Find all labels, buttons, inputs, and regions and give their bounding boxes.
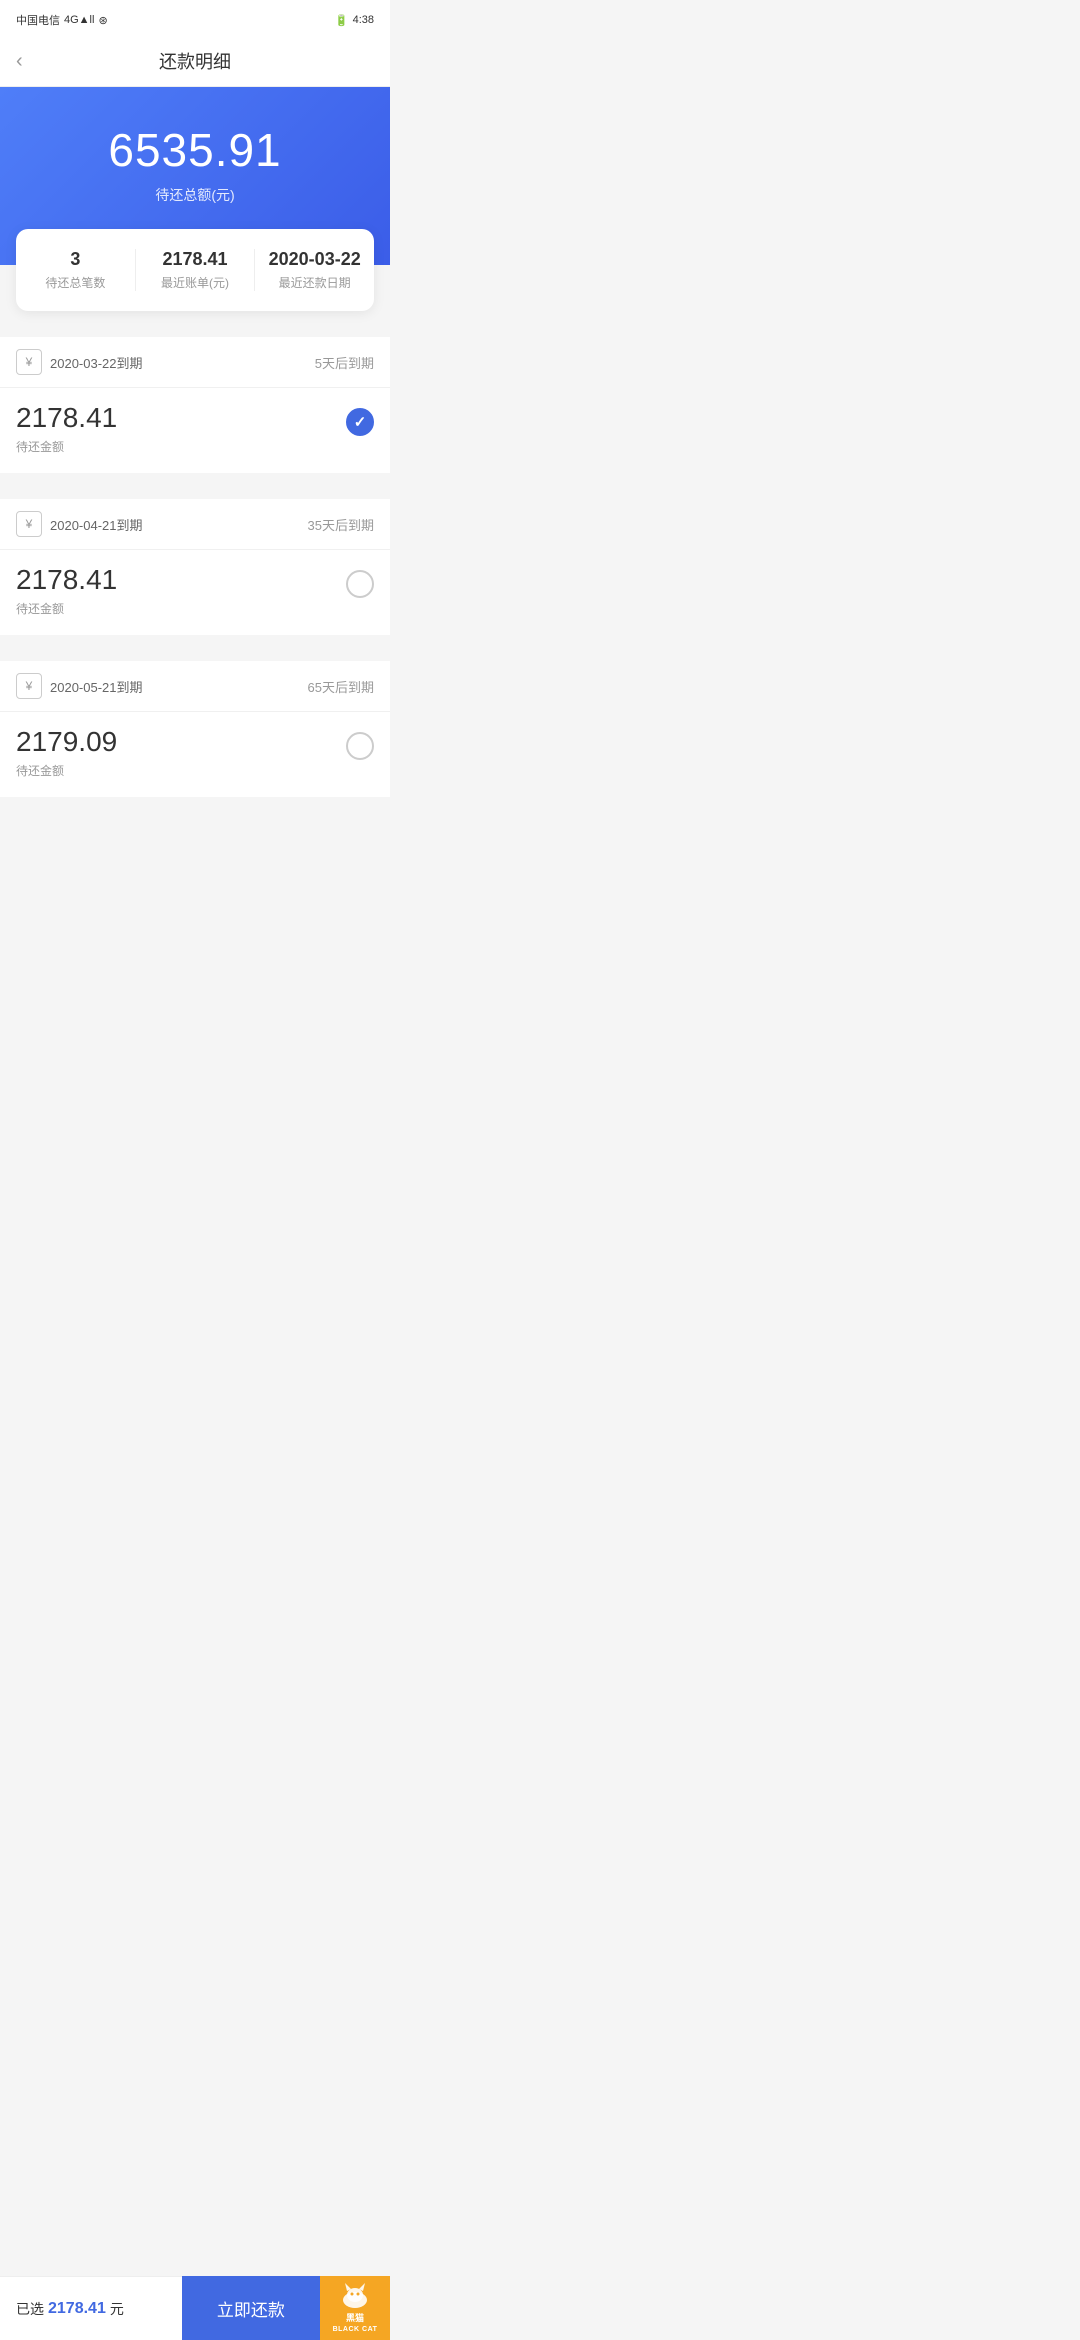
time-text: 4:38 — [353, 14, 374, 26]
back-button[interactable]: ‹ — [16, 50, 23, 73]
status-bar: 中国电信 4G▲ll ⊛ 🔋 4:38 — [0, 0, 390, 36]
payment-checkbox-3[interactable] — [346, 732, 374, 760]
page-title: 还款明细 — [159, 48, 231, 74]
battery-icon: 🔋 — [335, 14, 349, 27]
summary-card: 3 待还总笔数 2178.41 最近账单(元) 2020-03-22 最近还款日… — [16, 229, 374, 311]
payment-header-1: ¥ 2020-03-22到期 5天后到期 — [0, 337, 390, 388]
status-left: 中国电信 4G▲ll ⊛ — [16, 12, 108, 28]
due-tag-3: 65天后到期 — [308, 677, 374, 696]
payment-amount-label-3: 待还金额 — [16, 762, 117, 779]
selected-amount: 2178.41 — [48, 2300, 106, 2318]
due-tag-2: 35天后到期 — [308, 515, 374, 534]
section-divider-3 — [0, 651, 390, 661]
payment-amount-2: 2178.41 — [16, 564, 117, 596]
due-date-3: 2020-05-21到期 — [50, 677, 143, 696]
due-date-2: 2020-04-21到期 — [50, 515, 143, 534]
wechat-icon: ⊛ — [98, 14, 107, 27]
payment-item-2: ¥ 2020-04-21到期 35天后到期 2178.41 待还金额 — [0, 499, 390, 635]
payment-header-left-2: ¥ 2020-04-21到期 — [16, 511, 143, 537]
payment-header-left-1: ¥ 2020-03-22到期 — [16, 349, 143, 375]
payment-body-2[interactable]: 2178.41 待还金额 — [0, 550, 390, 635]
summary-count-value: 3 — [16, 249, 135, 270]
signal-icon: 4G▲ll — [64, 14, 94, 26]
payment-body-1[interactable]: 2178.41 待还金额 — [0, 388, 390, 473]
payment-checkbox-1[interactable] — [346, 408, 374, 436]
total-amount-label: 待还总额(元) — [20, 185, 370, 205]
summary-item-count: 3 待还总笔数 — [16, 249, 136, 291]
payment-header-left-3: ¥ 2020-05-21到期 — [16, 673, 143, 699]
payment-header-3: ¥ 2020-05-21到期 65天后到期 — [0, 661, 390, 712]
black-cat-label-2: BLACK CAT — [333, 2326, 378, 2333]
payment-amount-3: 2179.09 — [16, 726, 117, 758]
payment-header-2: ¥ 2020-04-21到期 35天后到期 — [0, 499, 390, 550]
summary-date-desc: 最近还款日期 — [255, 274, 374, 291]
black-cat-label-1: 黑猫 — [346, 2311, 364, 2324]
summary-count-desc: 待还总笔数 — [16, 274, 135, 291]
payment-amount-label-2: 待还金额 — [16, 600, 117, 617]
payment-amount-label-1: 待还金额 — [16, 438, 117, 455]
payment-amount-block-1: 2178.41 待还金额 — [16, 402, 117, 455]
selected-prefix: 已选 — [16, 2299, 44, 2319]
black-cat-icon — [337, 2283, 373, 2309]
yuan-icon-1: ¥ — [16, 349, 42, 375]
yuan-icon-2: ¥ — [16, 511, 42, 537]
total-amount: 6535.91 — [20, 123, 370, 177]
summary-date-value: 2020-03-22 — [255, 249, 374, 270]
due-date-1: 2020-03-22到期 — [50, 353, 143, 372]
payment-amount-1: 2178.41 — [16, 402, 117, 434]
yuan-icon-3: ¥ — [16, 673, 42, 699]
payment-item-3: ¥ 2020-05-21到期 65天后到期 2179.09 待还金额 — [0, 661, 390, 797]
payment-amount-block-3: 2179.09 待还金额 — [16, 726, 117, 779]
status-right: 🔋 4:38 — [335, 14, 374, 27]
carrier-text: 中国电信 — [16, 12, 60, 28]
summary-bill-value: 2178.41 — [136, 249, 255, 270]
summary-item-bill: 2178.41 最近账单(元) — [136, 249, 256, 291]
payment-item-1: ¥ 2020-03-22到期 5天后到期 2178.41 待还金额 — [0, 337, 390, 473]
pay-button[interactable]: 立即还款 — [182, 2276, 320, 2340]
payment-checkbox-2[interactable] — [346, 570, 374, 598]
payment-body-3[interactable]: 2179.09 待还金额 — [0, 712, 390, 797]
due-tag-1: 5天后到期 — [315, 353, 374, 372]
black-cat-badge[interactable]: 黑猫 BLACK CAT — [320, 2276, 390, 2340]
section-divider-1 — [0, 327, 390, 337]
bottom-bar: 已选 2178.41 元 立即还款 黑猫 BLACK CAT — [0, 2276, 390, 2340]
spacer-bottom — [0, 798, 390, 878]
section-divider-2 — [0, 489, 390, 499]
nav-bar: ‹ 还款明细 — [0, 36, 390, 87]
selected-suffix: 元 — [110, 2299, 124, 2319]
bottom-selected-area: 已选 2178.41 元 — [0, 2276, 182, 2340]
summary-bill-desc: 最近账单(元) — [136, 274, 255, 291]
summary-item-date: 2020-03-22 最近还款日期 — [255, 249, 374, 291]
payment-amount-block-2: 2178.41 待还金额 — [16, 564, 117, 617]
